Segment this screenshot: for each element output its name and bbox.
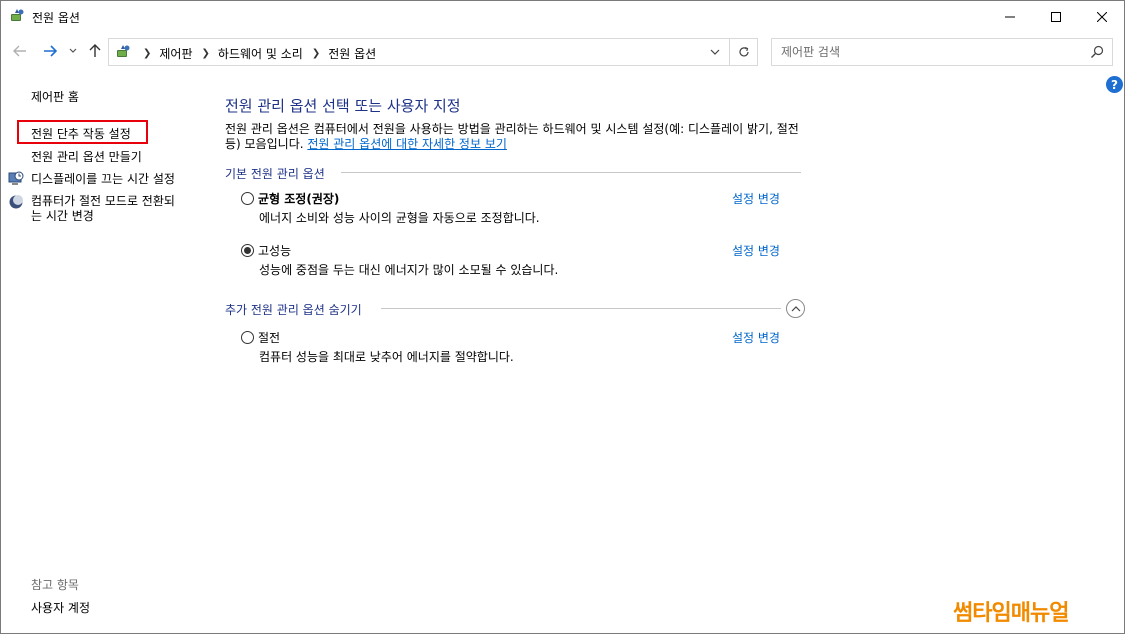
- watermark-text: 썸타임매뉴얼: [953, 601, 1069, 626]
- arrow-left-icon: [13, 45, 26, 57]
- chevron-down-icon: [710, 49, 719, 55]
- breadcrumb-separator-icon[interactable]: ❯: [143, 48, 151, 59]
- up-button[interactable]: [86, 42, 104, 60]
- back-button[interactable]: [11, 42, 29, 60]
- help-icon[interactable]: ?: [1106, 76, 1123, 93]
- navigation-bar: ❯ 제어판 ❯ 하드웨어 및 소리 ❯ 전원 옵션: [1, 33, 1124, 71]
- forward-button[interactable]: [41, 42, 59, 60]
- breadcrumb-power-options[interactable]: 전원 옵션: [328, 45, 376, 62]
- minimize-icon: [1005, 16, 1015, 17]
- page-description: 전원 관리 옵션은 컴퓨터에서 전원을 사용하는 방법을 관리하는 하드웨어 및…: [225, 122, 805, 152]
- sleep-moon-icon: [9, 195, 23, 209]
- refresh-button[interactable]: [730, 39, 758, 65]
- plan-power-saver-radio[interactable]: [241, 331, 254, 344]
- sidebar-item-power-button-settings[interactable]: 전원 단추 작동 설정: [31, 125, 131, 142]
- title-bar: 전원 옵션: [1, 1, 1124, 32]
- plan-balanced-label[interactable]: 균형 조정(권장): [258, 190, 339, 207]
- plan-high-performance-description: 성능에 중점을 두는 대신 에너지가 많이 소모될 수 있습니다.: [259, 263, 559, 277]
- plan-balanced-change-settings-link[interactable]: 설정 변경: [732, 190, 780, 207]
- refresh-icon: [739, 46, 749, 57]
- search-input[interactable]: [772, 39, 1072, 65]
- maximize-button[interactable]: [1033, 1, 1079, 32]
- section-divider: [381, 308, 781, 309]
- maximize-icon: [1051, 11, 1061, 22]
- plan-high-performance-change-settings-link[interactable]: 설정 변경: [732, 242, 780, 259]
- address-bar[interactable]: ❯ 제어판 ❯ 하드웨어 및 소리 ❯ 전원 옵션: [108, 38, 758, 66]
- basic-plans-heading: 기본 전원 관리 옵션: [225, 167, 325, 181]
- plan-high-performance-label[interactable]: 고성능: [258, 242, 291, 259]
- plan-power-saver-description: 컴퓨터 성능을 최대로 낮추어 에너지를 절약합니다.: [259, 350, 514, 364]
- arrow-right-icon: [44, 45, 57, 57]
- power-options-icon: [11, 9, 24, 21]
- breadcrumb-control-panel[interactable]: 제어판: [159, 45, 192, 62]
- sleep-time-line2: 는 시간 변경: [31, 209, 94, 223]
- power-plan-info-link[interactable]: 전원 관리 옵션에 대한 자세한 정보 보기: [307, 137, 507, 151]
- control-panel-icon: [117, 45, 130, 57]
- window-title: 전원 옵션: [32, 11, 80, 25]
- plan-power-saver-label[interactable]: 절전: [258, 329, 280, 346]
- sidebar-item-control-panel-home[interactable]: 제어판 홈: [31, 88, 79, 105]
- plan-high-performance-radio[interactable]: [241, 244, 254, 257]
- breadcrumb: ❯ 제어판 ❯ 하드웨어 및 소리 ❯ 전원 옵션: [134, 45, 376, 62]
- extra-plans-heading[interactable]: 추가 전원 관리 옵션 숨기기: [225, 301, 362, 318]
- plan-balanced-radio[interactable]: [241, 192, 254, 205]
- search-icon[interactable]: [1090, 45, 1104, 59]
- sleep-time-line1: 컴퓨터가 절전 모드로 전환되: [31, 194, 175, 208]
- sidebar-item-display-off-time[interactable]: 디스플레이를 끄는 시간 설정: [31, 170, 175, 187]
- address-dropdown-button[interactable]: [700, 39, 730, 65]
- arrow-up-icon: [89, 44, 101, 57]
- plan-power-saver-change-settings-link[interactable]: 설정 변경: [732, 329, 780, 346]
- minimize-button[interactable]: [987, 1, 1033, 32]
- plan-balanced-description: 에너지 소비와 성능 사이의 균형을 자동으로 조정합니다.: [259, 211, 540, 225]
- breadcrumb-separator-icon[interactable]: ❯: [312, 48, 320, 59]
- chevron-down-icon: [69, 48, 77, 53]
- sidebar-item-user-accounts[interactable]: 사용자 계정: [31, 599, 90, 616]
- search-box: [771, 38, 1113, 66]
- breadcrumb-hardware-sound[interactable]: 하드웨어 및 소리: [218, 45, 303, 62]
- section-divider: [341, 172, 801, 173]
- collapse-extra-plans-button[interactable]: [786, 299, 805, 318]
- sidebar-item-sleep-time[interactable]: 컴퓨터가 절전 모드로 전환되 는 시간 변경: [31, 194, 175, 224]
- see-also-heading: 참고 항목: [31, 578, 79, 592]
- recent-locations-button[interactable]: [67, 42, 79, 60]
- display-clock-icon: [8, 171, 24, 185]
- chevron-up-icon: [791, 305, 800, 311]
- close-icon: [1097, 11, 1107, 22]
- breadcrumb-separator-icon[interactable]: ❯: [202, 48, 210, 59]
- close-button[interactable]: [1079, 1, 1125, 32]
- page-title: 전원 관리 옵션 선택 또는 사용자 지정: [225, 97, 461, 115]
- power-options-window: 전원 옵션 ❯ 제어판 ❯ 하드웨어 및 소리 ❯ 전원 옵션 제어판 검색 ?…: [0, 0, 1125, 634]
- sidebar-item-create-power-plan[interactable]: 전원 관리 옵션 만들기: [31, 148, 142, 165]
